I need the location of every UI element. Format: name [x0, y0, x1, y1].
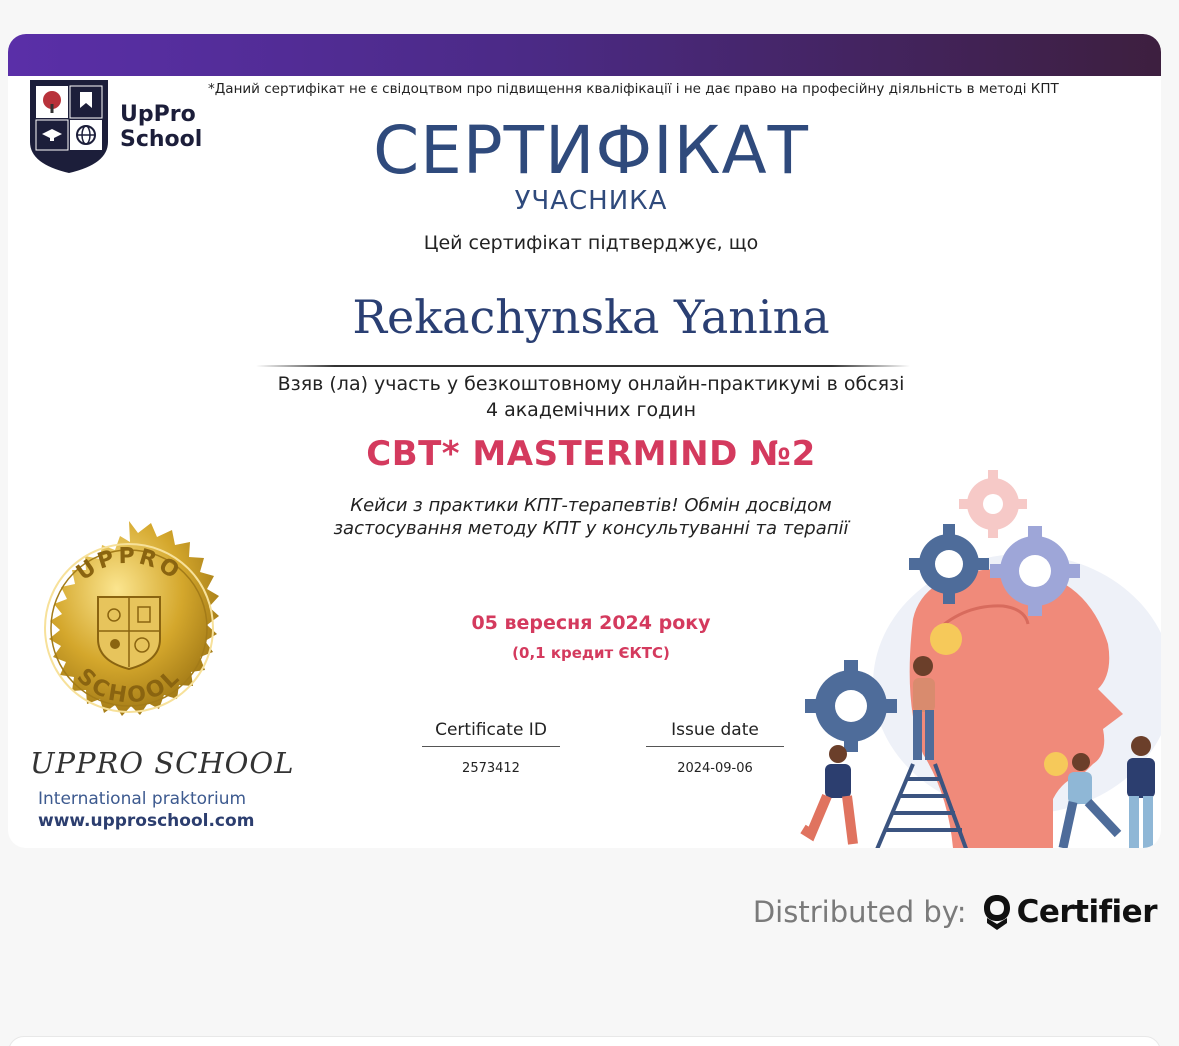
distributed-label: Distributed by:: [752, 895, 967, 929]
person-holding-gear-icon: [800, 745, 858, 845]
certifier-name[interactable]: Certifier: [1017, 894, 1158, 930]
logo-text: UpPro School: [120, 102, 202, 152]
certificate-id-label: Certificate ID: [435, 720, 547, 740]
certifier-logo-icon[interactable]: [981, 892, 1013, 932]
participation-line1: Взяв (ла) участь у безкоштовному онлайн-…: [277, 373, 905, 395]
gear-pink-icon: [959, 470, 1027, 538]
recipient-name: Rekachynska Yanina: [352, 290, 830, 344]
lightbulb-small-icon: [1044, 752, 1068, 776]
next-section-card: [8, 1036, 1161, 1046]
certificate-id-block: Certificate ID 2573412: [416, 720, 566, 776]
shield-logo-icon: [30, 80, 108, 173]
certificate-header-bar: [8, 34, 1161, 76]
certificate-id-value: 2573412: [462, 761, 520, 776]
disclaimer-text: *Даний сертифікат не є свідоцтвом про пі…: [208, 81, 1059, 97]
logo-text-line1: UpPro: [120, 102, 196, 127]
event-date: 05 вересня 2024 року: [471, 612, 711, 634]
certificate-subtitle: УЧАСНИКА: [514, 186, 668, 216]
distributed-by: Distributed by: Certifier: [752, 892, 1158, 932]
page: UpPro School *Даний сертифікат не є свід…: [0, 0, 1179, 1046]
school-website: www.upproschool.com: [38, 811, 255, 831]
participation-line2: 4 академічних годин: [485, 399, 697, 421]
logo-text-line2: School: [120, 127, 203, 152]
gold-seal-icon: UPPRO SCHOOL: [44, 521, 219, 716]
participation-text: Взяв (ла) участь у безкоштовному онлайн-…: [208, 371, 974, 423]
school-name: UPPRO SCHOOL: [30, 746, 295, 780]
lightbulb-icon: [930, 623, 962, 655]
certificate-title: СЕРТИФІКАТ: [373, 112, 809, 189]
confirm-text: Цей сертифікат підтверджує, що: [423, 232, 759, 254]
name-underline: [256, 365, 910, 367]
school-subtitle: International praktorium: [38, 789, 247, 809]
certificate-id-divider: [422, 746, 560, 747]
credits-text: (0,1 кредит ЄКТС): [512, 644, 670, 662]
head-gears-illustration: [800, 470, 1161, 848]
certificate-card: UpPro School *Даний сертифікат не є свід…: [8, 34, 1161, 848]
